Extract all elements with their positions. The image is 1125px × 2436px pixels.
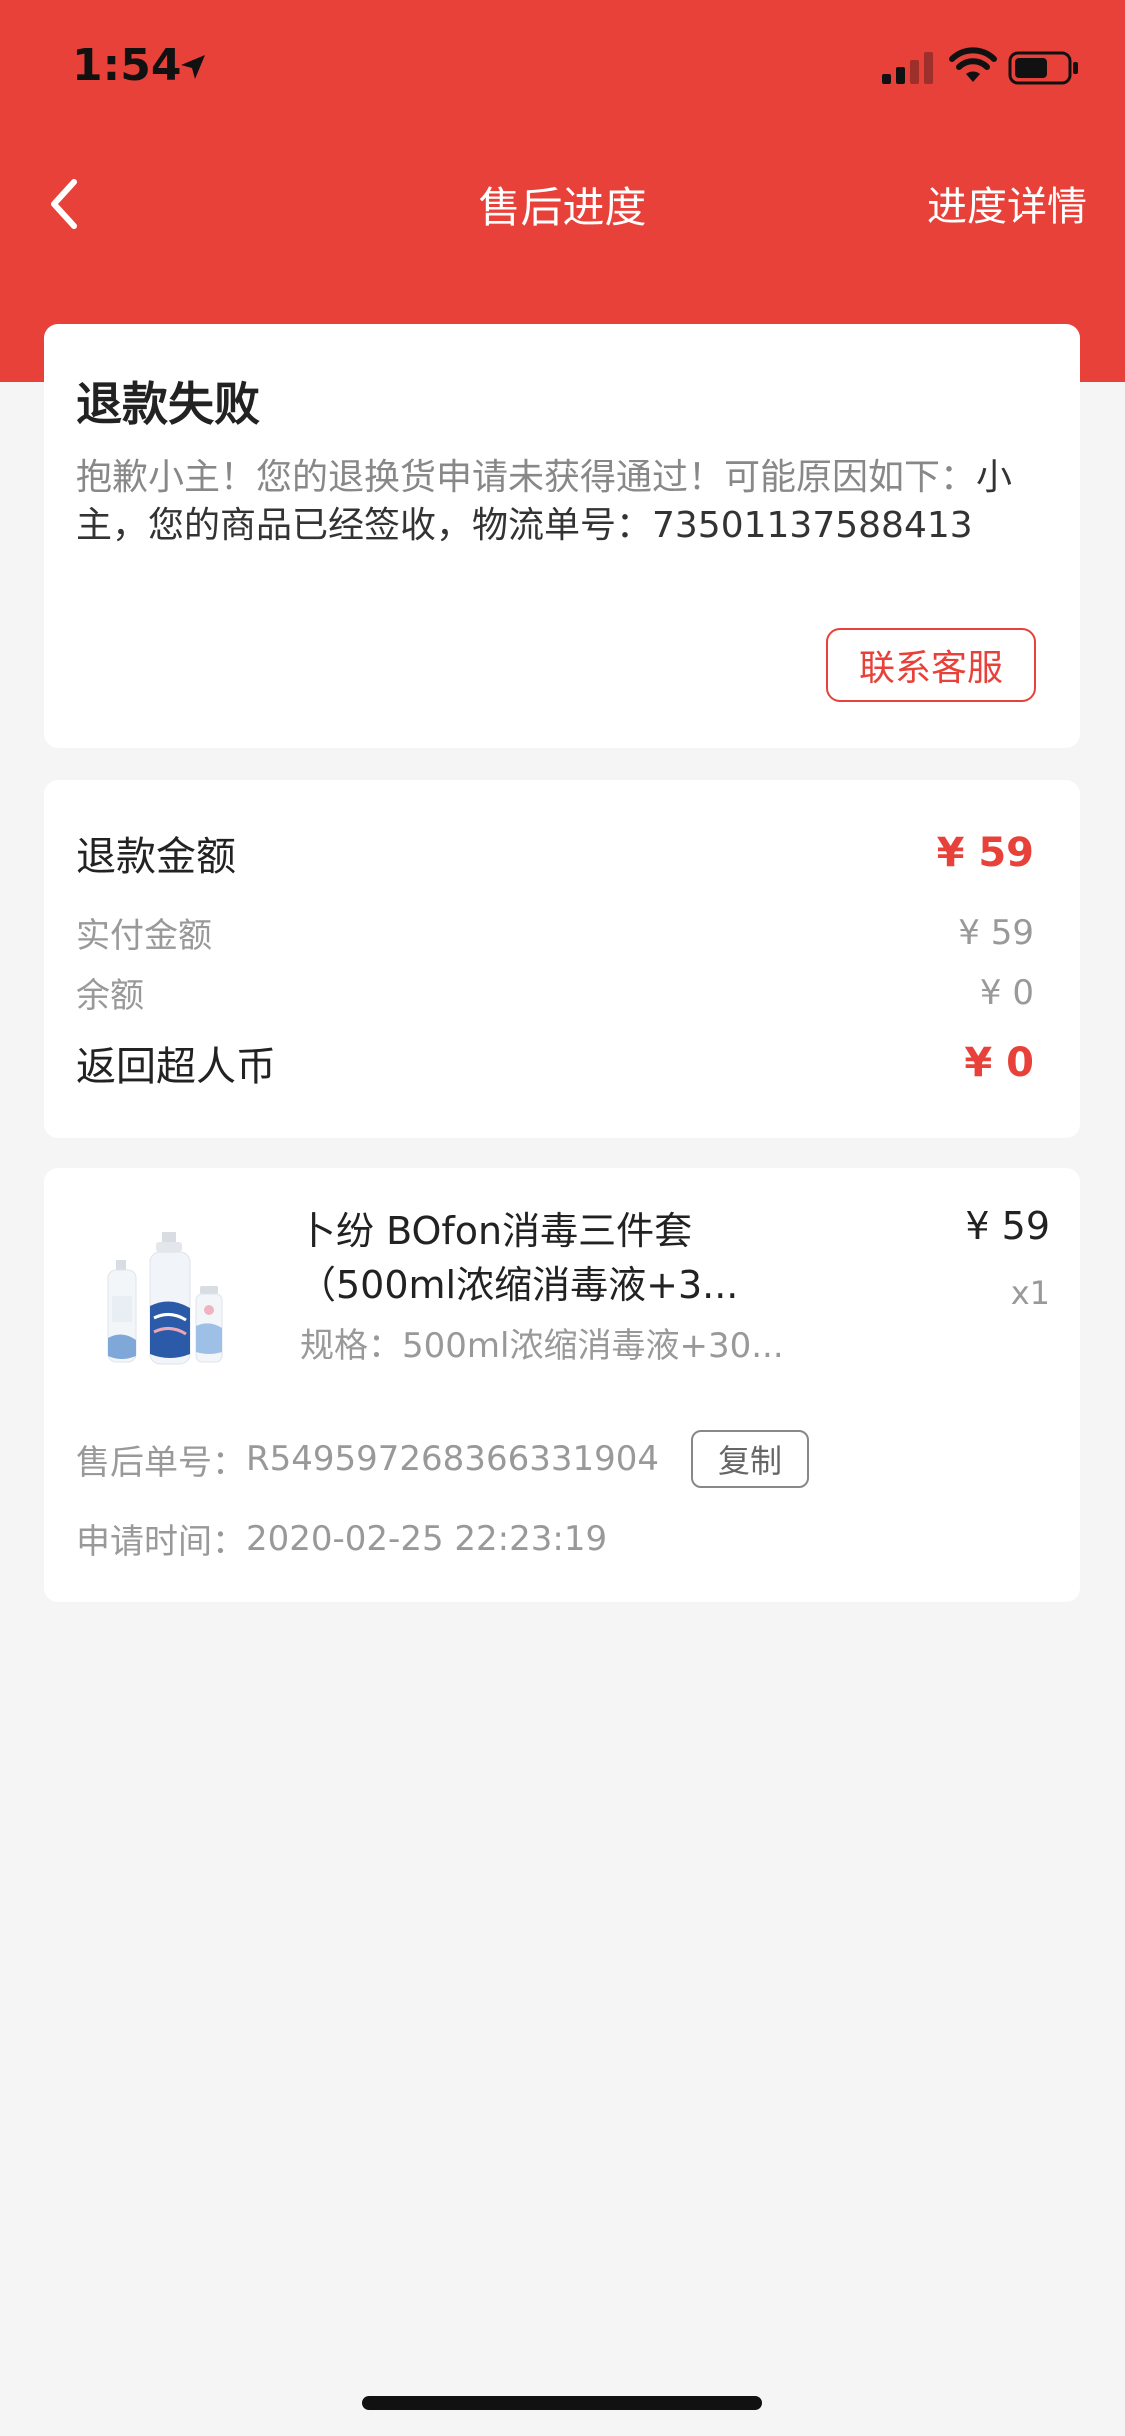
screen: 1:54 售后进度 进度详情 退款失败 抱歉小主！您的退换货申请未获得通过！可能… (0, 0, 1125, 2436)
product-card: 卜纷 BOfon消毒三件套（500ml浓缩消毒液+3... 规格：500ml浓缩… (44, 1168, 1080, 1602)
refund-reason-intro: 抱歉小主！您的退换货申请未获得通过！可能原因如下： (76, 457, 977, 498)
aftersale-order-label: 售后单号： (76, 1442, 246, 1483)
amount-row-paid: 实付金额 ¥ 59 (76, 908, 1034, 957)
apply-time-value: 2020-02-25 22:23:19 (246, 1518, 608, 1559)
copy-button[interactable]: 复制 (691, 1430, 809, 1488)
apply-time-label: 申请时间： (76, 1522, 246, 1562)
refund-amount-card: 退款金额 ¥ 59 实付金额 ¥ 59 余额 ¥ 0 返回超人币 ¥ 0 (44, 780, 1080, 1138)
amount-value: ¥ 59 (958, 912, 1034, 953)
amount-value: ¥ 0 (979, 972, 1034, 1013)
product-title[interactable]: 卜纷 BOfon消毒三件套（500ml浓缩消毒液+3... (298, 1204, 798, 1312)
amount-value: ¥ 59 (936, 830, 1034, 876)
apply-time-row: 申请时间： 2020-02-25 22:23:19 (76, 1514, 607, 1563)
amount-label: 实付金额 (76, 916, 212, 956)
refund-status-title: 退款失败 (76, 377, 260, 431)
battery-icon (1008, 51, 1078, 85)
amount-row-balance: 余额 ¥ 0 (76, 968, 1034, 1017)
contact-service-button[interactable]: 联系客服 (826, 628, 1036, 702)
product-price: ¥ 59 (965, 1204, 1050, 1248)
aftersale-order-row: 售后单号： R549597268366331904 复制 (76, 1430, 809, 1488)
product-quantity: x1 (1010, 1274, 1050, 1312)
refund-status-card: 退款失败 抱歉小主！您的退换货申请未获得通过！可能原因如下：小主，您的商品已经签… (44, 324, 1080, 748)
product-image[interactable] (100, 1226, 250, 1376)
amount-label: 余额 (76, 976, 144, 1016)
aftersale-order-number: R549597268366331904 (246, 1439, 659, 1479)
amount-label: 退款金额 (76, 834, 236, 880)
product-spec: 规格：500ml浓缩消毒液+30... (300, 1326, 784, 1366)
status-time: 1:54 (72, 40, 182, 91)
location-arrow-icon (181, 55, 205, 79)
amount-label: 返回超人币 (76, 1044, 276, 1090)
amount-row-coins: 返回超人币 ¥ 0 (76, 1034, 1034, 1092)
amount-row-refund: 退款金额 ¥ 59 (76, 824, 1034, 882)
cellular-signal-icon (882, 52, 933, 84)
progress-detail-link[interactable]: 进度详情 (927, 174, 1087, 232)
home-indicator[interactable] (362, 2396, 762, 2410)
wifi-icon (949, 47, 997, 82)
refund-status-description: 抱歉小主！您的退换货申请未获得通过！可能原因如下：小主，您的商品已经签收，物流单… (76, 454, 1036, 550)
amount-value: ¥ 0 (964, 1040, 1034, 1086)
